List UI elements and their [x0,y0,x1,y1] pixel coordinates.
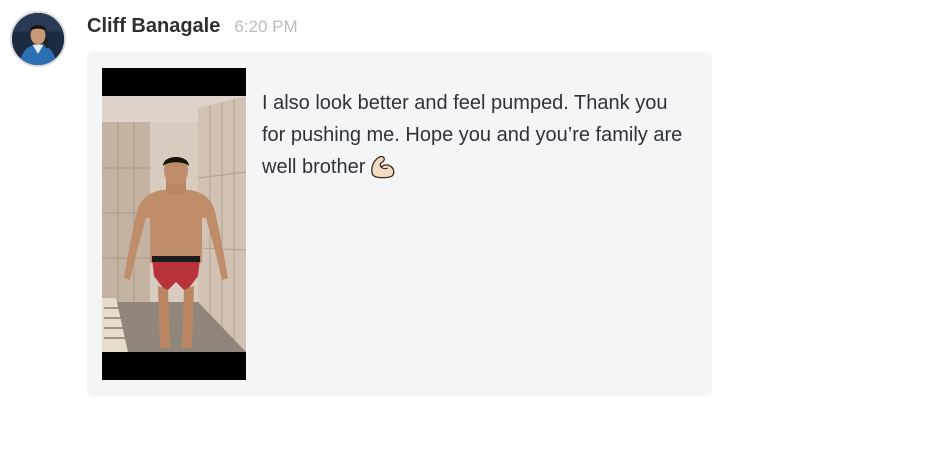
flexed-biceps-icon [369,153,397,179]
sender-name[interactable]: Cliff Banagale [87,15,220,38]
message-text: I also look better and feel pumped. Than… [262,87,692,183]
user-avatar-icon [12,13,64,65]
photo-attachment[interactable] [102,68,246,380]
chat-message: Cliff Banagale 6:20 PM I also look bette… [0,0,951,476]
sender-avatar[interactable] [10,11,66,67]
message-header: Cliff Banagale 6:20 PM [87,15,298,41]
message-bubble: I also look better and feel pumped. Than… [87,52,712,396]
message-body: I also look better and feel pumped. Than… [262,92,683,178]
photo-attachment-icon [102,68,246,380]
message-timestamp: 6:20 PM [234,17,298,36]
